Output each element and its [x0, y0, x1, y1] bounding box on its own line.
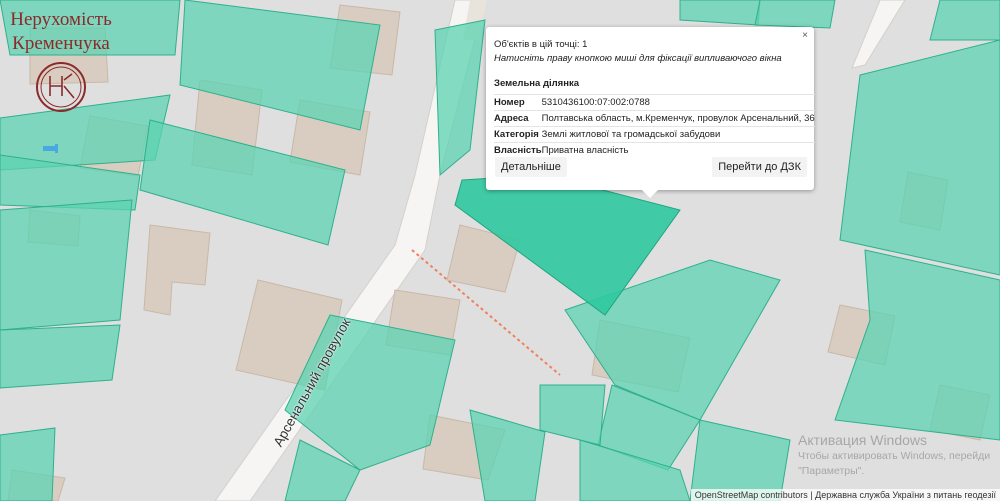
details-button[interactable]: Детальніше [495, 157, 567, 177]
table-row: Власність Приватна власність [494, 142, 815, 158]
popup-hint: Натисніть праву кнопкою миші для фіксаці… [494, 53, 782, 64]
attribute-table: Номер 5310436100:07:002:0788 Адреса Полт… [494, 94, 815, 158]
go-to-dzk-button[interactable]: Перейти до ДЗК [712, 157, 807, 177]
row-value: Землі житлової та громадської забудови [541, 126, 815, 143]
activation-line-1: Чтобы активировать Windows, перейди [798, 450, 991, 462]
activation-title: Активация Windows [798, 432, 928, 448]
logo-seal-icon [36, 62, 86, 112]
row-key: Категорія [494, 126, 542, 143]
row-value: Полтавська область, м.Кременчук, провуло… [541, 110, 815, 127]
row-key: Адреса [494, 110, 542, 127]
section-title: Земельна ділянка [494, 78, 579, 89]
row-value: Приватна власність [541, 142, 815, 158]
objects-count: Об'єктів в цій точці: 1 [494, 39, 588, 50]
table-row: Категорія Землі житлової та громадської … [494, 126, 815, 143]
windows-activation-watermark: Активация Windows Чтобы активировать Win… [798, 432, 990, 478]
table-row: Номер 5310436100:07:002:0788 [494, 94, 815, 111]
row-key: Власність [494, 142, 542, 158]
row-value: 5310436100:07:002:0788 [541, 94, 815, 111]
close-icon[interactable]: × [802, 30, 808, 41]
map-attribution[interactable]: OpenStreetMap contributors | Державна сл… [690, 489, 1000, 501]
popup-pointer [642, 190, 658, 198]
row-key: Номер [494, 94, 542, 111]
site-logo: Нерухомість Кременчука [0, 8, 122, 114]
activation-line-2: "Параметры". [798, 465, 865, 477]
feature-info-popup: × Об'єктів в цій точці: 1 Натисніть прав… [486, 27, 815, 198]
logo-line-1: Нерухомість [10, 9, 112, 30]
logo-line-2: Кременчука [12, 33, 110, 54]
table-row: Адреса Полтавська область, м.Кременчук, … [494, 110, 815, 127]
